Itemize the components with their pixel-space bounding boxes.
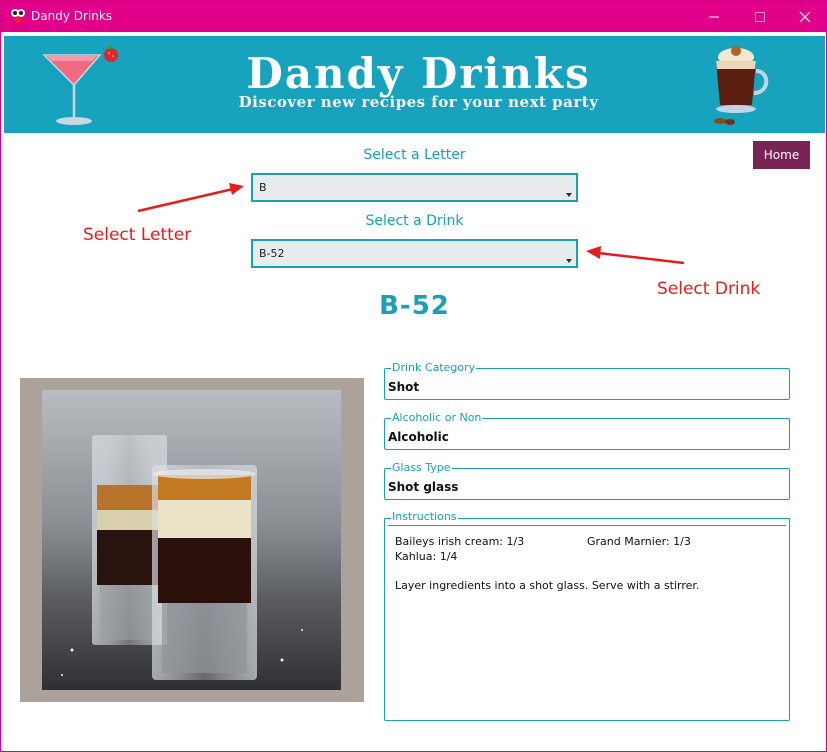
instructions-field: Instructions Baileys irish cream: 1/3 Gr… [384, 510, 790, 721]
ingredient-line: Kahlua: 1/4 [395, 550, 458, 563]
ingredient-line: Baileys irish cream: 1/3 [395, 535, 525, 548]
drink-category-label: Drink Category [391, 361, 477, 375]
shot-glasses-image [42, 390, 341, 690]
alcoholic-value: Alcoholic [388, 430, 449, 444]
arrow-to-letter-icon [137, 183, 244, 213]
instructions-label: Instructions [391, 510, 458, 524]
select-drink-annotation: Select Drink [657, 279, 761, 299]
drink-name-heading: B-52 [379, 291, 450, 321]
drink-photo [42, 390, 341, 690]
glass-type-value: Shot glass [388, 480, 459, 494]
instructions-textarea[interactable]: Baileys irish cream: 1/3 Grand Marnier: … [388, 525, 786, 717]
app-window: Dandy Drinks Dandy Drinks Discover new r… [0, 0, 827, 752]
alcoholic-field: Alcoholic or Non Alcoholic [384, 411, 790, 450]
drink-category-value: Shot [388, 380, 420, 394]
glass-type-label: Glass Type [391, 461, 452, 475]
drink-category-field: Drink Category Shot [384, 361, 790, 400]
arrow-to-drink-icon [586, 246, 685, 265]
ingredient-line: Grand Marnier: 1/3 [587, 535, 691, 548]
select-letter-annotation: Select Letter [83, 225, 192, 245]
alcoholic-label: Alcoholic or Non [391, 411, 483, 425]
instructions-text: Layer ingredients into a shot glass. Ser… [395, 579, 700, 592]
glass-type-field: Glass Type Shot glass [384, 461, 790, 500]
